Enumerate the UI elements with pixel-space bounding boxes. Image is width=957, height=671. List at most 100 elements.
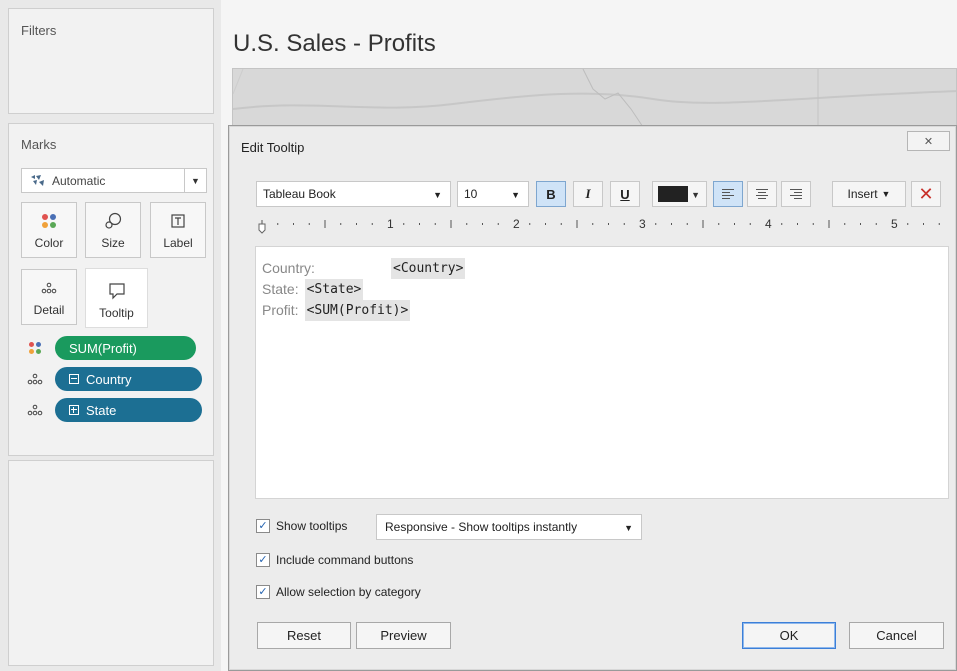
pill-row-country: Country (25, 367, 202, 391)
size-label: Size (101, 236, 125, 250)
label-button[interactable]: Label (150, 202, 206, 258)
ruler-label: 4 (765, 217, 772, 231)
font-size-value: 10 (464, 187, 478, 201)
field-token[interactable]: <Country> (391, 258, 466, 279)
close-icon: ✕ (918, 183, 934, 204)
size-icon (104, 210, 122, 232)
map-background (233, 69, 956, 125)
ruler-label: 2 (513, 217, 520, 231)
tooltip-mode-select[interactable]: Responsive - Show tooltips instantly ▼ (376, 514, 642, 540)
size-button[interactable]: Size (85, 202, 141, 258)
field-token[interactable]: <State> (304, 279, 364, 300)
include-command-buttons-label: Include command buttons (276, 553, 414, 567)
chevron-down-icon: ▼ (881, 189, 891, 199)
cancel-button[interactable]: Cancel (849, 622, 944, 649)
allow-selection-checkbox[interactable]: ✓ (256, 585, 270, 599)
italic-label: I (585, 186, 591, 201)
reset-button[interactable]: Reset (257, 622, 351, 649)
expand-icon[interactable] (69, 405, 79, 415)
sum-profit-pill[interactable]: SUM(Profit) (55, 336, 196, 360)
field-label: Country: (262, 260, 315, 276)
align-left-button[interactable] (713, 181, 743, 207)
tooltip-button[interactable]: Tooltip (85, 268, 148, 328)
detail-label: Detail (33, 303, 65, 317)
color-dots-icon (25, 340, 45, 356)
indent-marker-icon[interactable] (258, 223, 266, 234)
pill-row-profit: SUM(Profit) (25, 336, 196, 360)
show-tooltips-label: Show tooltips (276, 519, 348, 533)
editor-line-profit: Profit: <SUM(Profit)> (262, 300, 942, 321)
align-right-button[interactable] (781, 181, 811, 207)
color-button[interactable]: Color (21, 202, 77, 258)
include-command-buttons-checkbox[interactable]: ✓ (256, 553, 270, 567)
color-label: Color (34, 236, 64, 250)
state-pill[interactable]: State (55, 398, 202, 422)
align-right-icon (790, 189, 802, 199)
allow-selection-label: Allow selection by category (276, 585, 421, 599)
ruler-scale: 1 2 3 4 5 (258, 217, 940, 234)
sheet-title: U.S. Sales - Profits (233, 30, 436, 57)
clear-button[interactable]: ✕ (911, 181, 941, 207)
empty-shelf-area (8, 460, 214, 666)
align-center-button[interactable] (747, 181, 777, 207)
pill-row-state: State (25, 398, 202, 422)
country-pill[interactable]: Country (55, 367, 202, 391)
map-view[interactable] (232, 68, 957, 126)
filters-title: Filters (21, 23, 57, 38)
insert-label: Insert (847, 187, 878, 201)
bold-label: B (546, 186, 556, 202)
ruler-label: 1 (387, 217, 394, 231)
pill-label: State (86, 402, 117, 418)
edit-tooltip-dialog: Edit Tooltip ✕ Tableau Book ▼ 10 ▼ B I U… (228, 125, 957, 671)
ruler-label: 3 (639, 217, 646, 231)
marks-title: Marks (21, 137, 57, 152)
mark-type-dropdown[interactable]: Automatic ▼ (21, 168, 207, 193)
dialog-title: Edit Tooltip (241, 140, 305, 155)
detail-button[interactable]: Detail (21, 269, 77, 325)
field-label: State: (262, 281, 299, 297)
close-button[interactable]: ✕ (907, 131, 950, 151)
include-command-buttons-option[interactable]: ✓ Include command buttons (256, 553, 413, 567)
show-tooltips-checkbox[interactable]: ✓ (256, 519, 270, 533)
color-dots-icon (41, 210, 57, 232)
color-swatch (658, 186, 688, 202)
bold-button[interactable]: B (536, 181, 566, 207)
detail-icon (41, 277, 57, 299)
text-label-icon (170, 210, 186, 232)
ruler[interactable]: 1 2 3 4 5 (256, 216, 949, 238)
field-label: Profit: (262, 302, 299, 318)
speech-bubble-icon (108, 280, 126, 302)
detail-icon (25, 371, 45, 387)
mark-type-label: Automatic (52, 173, 106, 188)
label-label: Label (163, 236, 193, 250)
show-tooltips-option[interactable]: ✓ Show tooltips (256, 519, 347, 533)
pill-label: Country (86, 371, 132, 387)
font-family-select[interactable]: Tableau Book ▼ (256, 181, 451, 207)
tooltip-label: Tooltip (99, 306, 134, 320)
underline-button[interactable]: U (610, 181, 640, 207)
chevron-down-icon: ▼ (624, 523, 633, 533)
chevron-down-icon: ▼ (511, 190, 520, 200)
close-icon: ✕ (923, 135, 934, 148)
editor-line-state: State: <State> (262, 279, 942, 300)
pill-label: SUM(Profit) (69, 340, 137, 356)
font-size-select[interactable]: 10 ▼ (457, 181, 529, 207)
detail-icon (25, 402, 45, 418)
allow-selection-option[interactable]: ✓ Allow selection by category (256, 585, 421, 599)
insert-button[interactable]: Insert ▼ (832, 181, 906, 207)
italic-button[interactable]: I (573, 181, 603, 207)
editor-line-country: Country: <Country> (262, 258, 942, 279)
underline-label: U (620, 186, 630, 202)
text-color-button[interactable]: ▼ (652, 181, 707, 207)
tooltip-mode-value: Responsive - Show tooltips instantly (385, 520, 578, 534)
align-center-icon (756, 189, 768, 199)
tooltip-editor[interactable]: Country: <Country> State: <State> Profit… (255, 246, 949, 499)
preview-button[interactable]: Preview (356, 622, 451, 649)
field-token[interactable]: <SUM(Profit)> (304, 300, 411, 321)
ok-button[interactable]: OK (742, 622, 836, 649)
filters-shelf[interactable]: Filters (8, 8, 214, 114)
collapse-icon[interactable] (69, 374, 79, 384)
align-left-icon (722, 189, 734, 199)
chevron-down-icon: ▼ (184, 169, 206, 192)
ruler-label: 5 (891, 217, 898, 231)
